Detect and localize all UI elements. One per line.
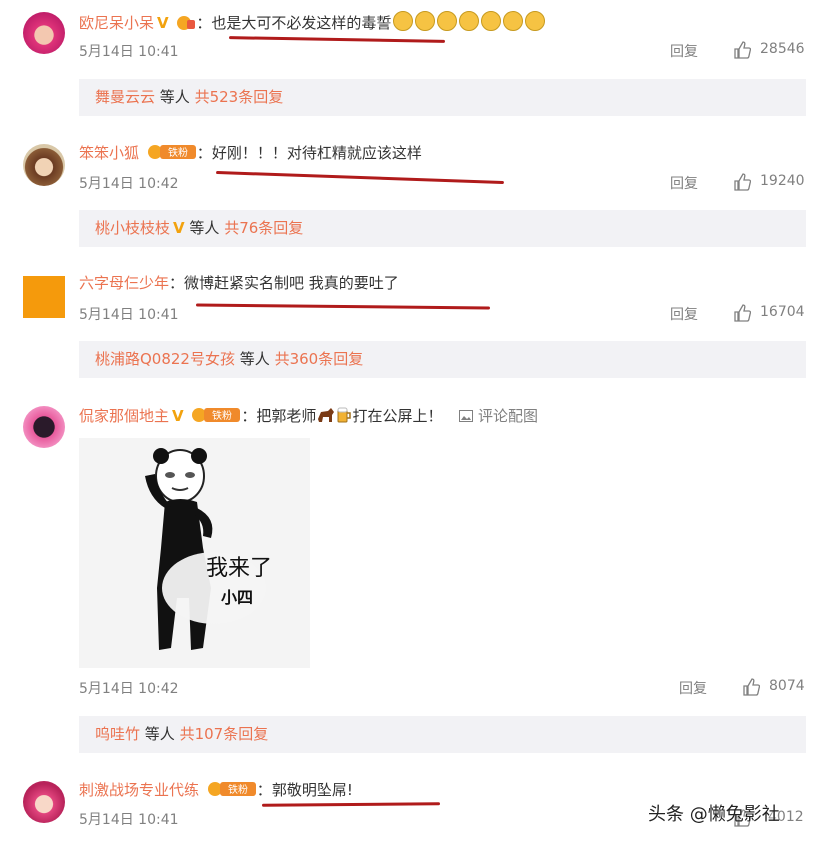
username[interactable]: 侃家那個地主: [79, 407, 169, 425]
reply-summary[interactable]: 桃小枝枝枝 V 等人 共76条回复: [79, 210, 806, 247]
red-underline: [195, 303, 491, 310]
comment-line: 刺激战场专业代练 铁粉 ：郭敬明坠屌!: [79, 779, 353, 800]
avatar[interactable]: [23, 144, 65, 186]
avatar[interactable]: [23, 781, 65, 823]
image-caption-main: 我来了: [206, 556, 273, 581]
comment-text: 郭敬明坠屌!: [271, 781, 353, 799]
comment-image-button[interactable]: 评论配图: [459, 407, 538, 425]
svg-text:铁粉: 铁粉: [168, 146, 188, 159]
like-count: 8074: [769, 678, 805, 694]
thumbs-up-icon[interactable]: [733, 304, 751, 322]
beer-emoji-icon: [337, 407, 352, 423]
comment-line: 侃家那個地主 V 铁粉 ：把郭老师 打在公屏上！ 评论配图: [79, 405, 538, 426]
comment-text: 微博赶紧实名制吧 我真的要吐了: [184, 274, 399, 292]
reply-count-link[interactable]: 共360条回复: [275, 350, 364, 368]
red-underline: [216, 170, 504, 185]
reply-names[interactable]: 桃小枝枝枝: [95, 219, 170, 237]
timestamp: 5月14日 10:41: [79, 44, 179, 60]
colon: ：: [241, 407, 257, 425]
image-caption-sub: 小四: [221, 588, 254, 607]
username[interactable]: 六字母仨少年: [79, 274, 169, 292]
thumbs-up-icon[interactable]: [733, 173, 751, 191]
reply-suffix: 等人: [189, 219, 220, 237]
reply-summary[interactable]: 呜哇竹 等人 共107条回复: [79, 716, 806, 753]
colon: ：: [169, 274, 185, 292]
reply-count-link[interactable]: 共523条回复: [195, 88, 284, 106]
comment-text: 好刚！！！对待杠精就应该这样: [211, 144, 422, 162]
watermark: 头条 @懒兔影社: [648, 804, 780, 825]
reply-count-link[interactable]: 共107条回复: [180, 725, 269, 743]
reply-names[interactable]: 呜哇竹: [95, 725, 140, 743]
comment-image-label[interactable]: 评论配图: [478, 407, 538, 425]
reply-suffix: 等人: [159, 88, 190, 106]
colon: ：: [256, 781, 272, 799]
red-underline: [228, 36, 446, 43]
comment-text: 也是大可不必发这样的毒誓: [211, 14, 392, 32]
reply-suffix: 等人: [239, 350, 270, 368]
reply-button[interactable]: 回复: [670, 173, 698, 193]
reply-button[interactable]: 回复: [670, 41, 698, 61]
panda-meme-figure: [145, 448, 266, 650]
timestamp: 5月14日 10:41: [79, 307, 179, 323]
timestamp: 5月14日 10:42: [79, 176, 179, 192]
reply-names[interactable]: 舞曼云云: [95, 88, 155, 106]
laugh-emoji-icon: [391, 11, 546, 32]
horse-emoji-icon: [318, 408, 335, 422]
colon: ：: [196, 144, 212, 162]
username[interactable]: 刺激战场专业代练: [79, 781, 199, 799]
reply-button[interactable]: 回复: [679, 678, 707, 698]
reply-names[interactable]: 桃浦路Q0822号女孩: [95, 350, 235, 368]
comment-line: 笨笨小狐 铁粉 ：好刚！！！对待杠精就应该这样: [79, 142, 422, 163]
verified-v-icon: V: [157, 14, 169, 32]
username[interactable]: 欧尼呆小呆: [79, 14, 154, 32]
like-count: 28546: [760, 41, 805, 57]
thumbs-up-icon[interactable]: [742, 678, 760, 696]
verified-v-icon: V: [173, 219, 185, 237]
reply-count-link[interactable]: 共76条回复: [224, 219, 303, 237]
verified-v-icon: V: [172, 407, 184, 425]
colon: ：: [196, 14, 212, 32]
comment-image[interactable]: 我来了 小四: [79, 438, 310, 668]
svg-text:铁粉: 铁粉: [212, 409, 232, 422]
username[interactable]: 笨笨小狐: [79, 144, 139, 162]
comment-text: 把郭老师: [256, 407, 317, 425]
reply-summary[interactable]: 舞曼云云 等人 共523条回复: [79, 79, 806, 116]
like-count: 19240: [760, 173, 805, 189]
reply-summary[interactable]: 桃浦路Q0822号女孩 等人 共360条回复: [79, 341, 806, 378]
comment-text-end: 打在公屏上！: [352, 407, 443, 425]
iron-fan-badge-icon: 铁粉: [147, 145, 196, 159]
image-icon: [459, 410, 474, 422]
iron-fan-badge-icon: 铁粉: [192, 408, 241, 422]
like-count: 16704: [760, 304, 805, 320]
comment-line: 六字母仨少年：微博赶紧实名制吧 我真的要吐了: [79, 273, 399, 293]
red-underline: [261, 802, 441, 807]
reply-button[interactable]: 回复: [670, 304, 698, 324]
crown-badge-icon: [177, 16, 196, 30]
timestamp: 5月14日 10:41: [79, 812, 179, 828]
iron-fan-badge-icon: 铁粉: [207, 782, 256, 796]
svg-text:铁粉: 铁粉: [228, 783, 248, 796]
comment-line: 欧尼呆小呆 V ：也是大可不必发这样的毒誓: [79, 11, 546, 33]
reply-suffix: 等人: [144, 725, 175, 743]
avatar[interactable]: [23, 12, 65, 54]
avatar[interactable]: [23, 406, 65, 448]
thumbs-up-icon[interactable]: [733, 41, 751, 59]
avatar[interactable]: [23, 276, 65, 318]
timestamp: 5月14日 10:42: [79, 681, 179, 697]
